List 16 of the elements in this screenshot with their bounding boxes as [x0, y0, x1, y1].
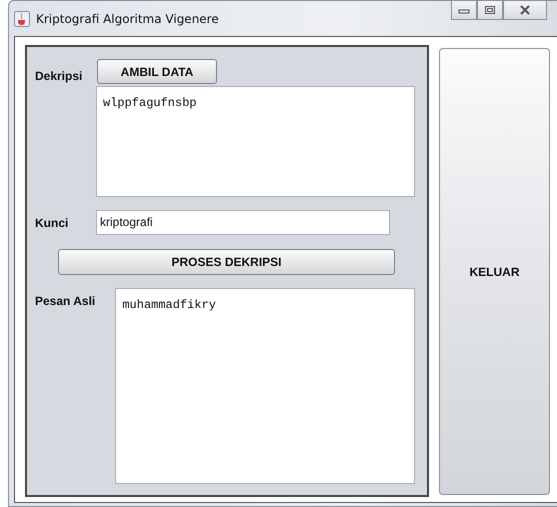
ambil-data-button[interactable]: AMBIL DATA: [97, 59, 217, 84]
java-cup-icon: [14, 10, 30, 26]
kunci-field[interactable]: kriptografi: [96, 210, 390, 235]
minimize-button[interactable]: [451, 1, 477, 20]
maximize-button[interactable]: [477, 1, 503, 20]
keluar-button[interactable]: KELUAR: [439, 48, 550, 495]
plaintext-area[interactable]: muhammadfikry: [115, 288, 415, 484]
maximize-icon: [484, 5, 496, 15]
close-button[interactable]: [503, 1, 547, 20]
ciphertext-area[interactable]: wlppfagufnsbp: [96, 86, 415, 197]
kunci-label: Kunci: [35, 216, 70, 230]
close-icon: [519, 5, 531, 15]
dekripsi-label: Dekripsi: [35, 69, 84, 83]
proses-dekripsi-button[interactable]: PROSES DEKRIPSI: [58, 249, 395, 275]
window-title: Kriptografi Algoritma Vigenere: [36, 12, 219, 26]
pesan-asli-label: Pesan Asli: [35, 293, 96, 310]
